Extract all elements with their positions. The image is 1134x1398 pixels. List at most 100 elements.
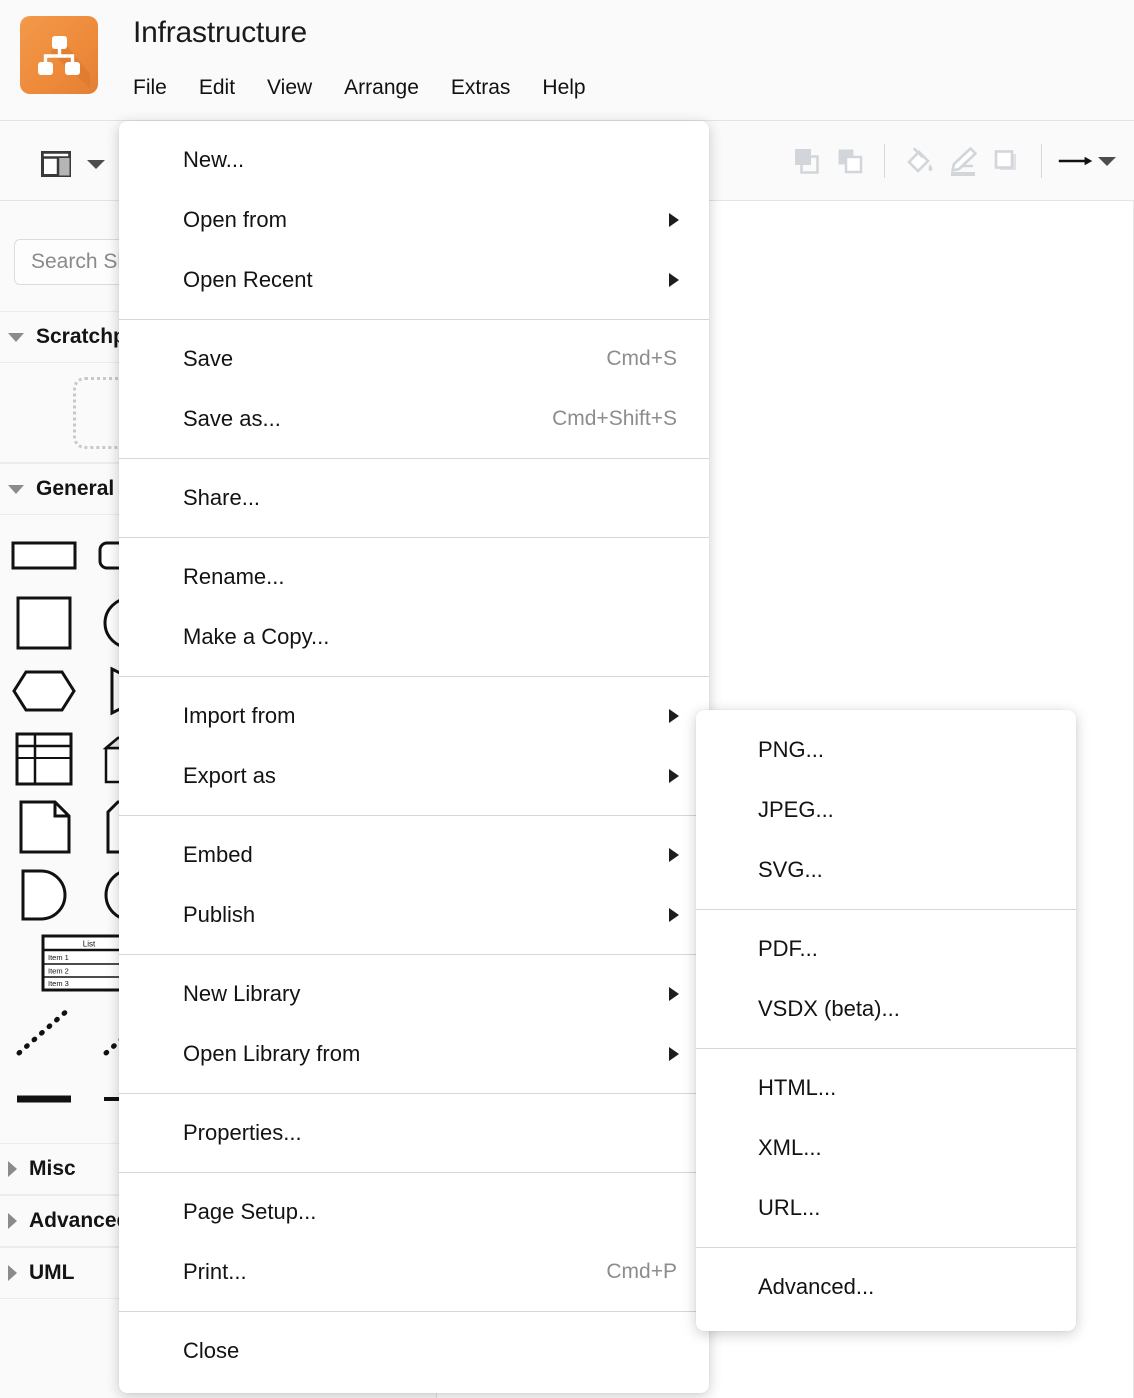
menu-item-save-as[interactable]: Save as... Cmd+Shift+S (119, 389, 709, 449)
export-as-submenu: PNG... JPEG... SVG... PDF... VSDX (beta)… (696, 710, 1076, 1331)
menu-item-label: URL... (758, 1195, 820, 1221)
chevron-down-icon (8, 485, 24, 494)
menu-help[interactable]: Help (542, 76, 599, 100)
menu-item-label: SVG... (758, 857, 823, 883)
connector-style-button[interactable] (1054, 140, 1098, 182)
menu-item-label: Page Setup... (183, 1199, 316, 1225)
menu-item-label: Properties... (183, 1120, 302, 1146)
app-header: Infrastructure File Edit View Arrange Ex… (0, 0, 1134, 121)
view-layout-dropdown-chevron-down-icon[interactable] (87, 160, 105, 169)
chevron-down-icon (8, 333, 24, 342)
menu-item-label: VSDX (beta)... (758, 996, 900, 1022)
menu-item-label: Open Recent (183, 267, 313, 293)
submenu-item-jpeg[interactable]: JPEG... (696, 780, 1076, 840)
to-back-button[interactable] (784, 140, 828, 182)
submenu-item-png[interactable]: PNG... (696, 720, 1076, 780)
menu-item-shortcut: Cmd+P (606, 1260, 685, 1284)
menu-separator (119, 1093, 709, 1094)
submenu-item-vsdx[interactable]: VSDX (beta)... (696, 979, 1076, 1039)
toolbar-right-group (784, 140, 1116, 182)
to-front-button[interactable] (828, 140, 872, 182)
submenu-item-xml[interactable]: XML... (696, 1118, 1076, 1178)
submenu-separator (696, 1247, 1076, 1248)
submenu-item-advanced[interactable]: Advanced... (696, 1257, 1076, 1317)
menu-item-export-as[interactable]: Export as (119, 746, 709, 806)
svg-text:Item 1: Item 1 (48, 953, 69, 962)
menu-item-label: Embed (183, 842, 253, 868)
svg-text:List: List (83, 940, 96, 949)
menu-item-print[interactable]: Print... Cmd+P (119, 1242, 709, 1302)
menu-item-label: Share... (183, 485, 260, 511)
menu-item-label: Import from (183, 703, 295, 729)
to-back-icon (789, 144, 823, 178)
submenu-item-svg[interactable]: SVG... (696, 840, 1076, 900)
layout-panels-icon (39, 147, 73, 181)
submenu-arrow-icon (669, 987, 679, 1001)
menu-item-label: Print... (183, 1259, 247, 1285)
menu-item-label: Make a Copy... (183, 624, 329, 650)
menu-item-label: Open from (183, 207, 287, 233)
menu-extras[interactable]: Extras (451, 76, 525, 100)
menu-arrange[interactable]: Arrange (344, 76, 433, 100)
fill-color-button[interactable] (897, 140, 941, 182)
shadow-button[interactable] (985, 140, 1029, 182)
toolbar-separator-1 (884, 144, 885, 178)
submenu-item-url[interactable]: URL... (696, 1178, 1076, 1238)
svg-text:Item 3: Item 3 (48, 979, 69, 988)
sidebar-section-label: Advanced (29, 1209, 129, 1233)
chevron-right-icon (8, 1213, 17, 1229)
toolbar-left-group (34, 143, 105, 185)
drawio-app-window: Infrastructure File Edit View Arrange Ex… (0, 0, 1134, 1398)
menu-item-shortcut: Cmd+S (606, 347, 685, 371)
menu-item-shortcut: Cmd+Shift+S (552, 407, 685, 431)
menu-file[interactable]: File (133, 76, 181, 100)
menu-separator (119, 319, 709, 320)
menu-item-label: Advanced... (758, 1274, 874, 1300)
menu-item-page-setup[interactable]: Page Setup... (119, 1182, 709, 1242)
menu-view[interactable]: View (267, 76, 326, 100)
menu-item-label: HTML... (758, 1075, 836, 1101)
menu-item-share[interactable]: Share... (119, 468, 709, 528)
shape-rectangle[interactable] (0, 521, 87, 589)
shape-hexagon[interactable] (0, 657, 87, 725)
menu-item-open-library-from[interactable]: Open Library from (119, 1024, 709, 1084)
menu-item-new[interactable]: New... (119, 130, 709, 190)
menu-item-label: Rename... (183, 564, 285, 590)
menu-item-label: New Library (183, 981, 300, 1007)
view-layout-button[interactable] (34, 143, 78, 185)
menu-separator (119, 954, 709, 955)
menu-item-label: Export as (183, 763, 276, 789)
menu-item-label: Save as... (183, 406, 281, 432)
line-color-button[interactable] (941, 140, 985, 182)
shape-solid-line[interactable] (0, 1065, 87, 1133)
menu-item-embed[interactable]: Embed (119, 825, 709, 885)
shape-page[interactable] (0, 793, 87, 861)
menu-item-publish[interactable]: Publish (119, 885, 709, 945)
submenu-item-pdf[interactable]: PDF... (696, 919, 1076, 979)
to-front-icon (833, 144, 867, 178)
shape-half-circle[interactable] (0, 861, 87, 929)
menu-item-label: Save (183, 346, 233, 372)
submenu-arrow-icon (669, 1047, 679, 1061)
menu-item-open-recent[interactable]: Open Recent (119, 250, 709, 310)
menu-item-label: Close (183, 1338, 239, 1364)
menu-bar: File Edit View Arrange Extras Help (133, 76, 600, 100)
shape-table[interactable] (0, 725, 87, 793)
connector-style-dropdown-chevron-down-icon[interactable] (1098, 157, 1116, 166)
menu-item-open-from[interactable]: Open from (119, 190, 709, 250)
submenu-item-html[interactable]: HTML... (696, 1058, 1076, 1118)
chevron-right-icon (8, 1265, 17, 1281)
menu-item-close[interactable]: Close (119, 1321, 709, 1381)
submenu-arrow-icon (669, 709, 679, 723)
menu-item-new-library[interactable]: New Library (119, 964, 709, 1024)
menu-item-import-from[interactable]: Import from (119, 686, 709, 746)
shape-dotted-line[interactable] (0, 997, 87, 1065)
shape-square[interactable] (0, 589, 87, 657)
menu-item-save[interactable]: Save Cmd+S (119, 329, 709, 389)
menu-item-label: New... (183, 147, 244, 173)
menu-edit[interactable]: Edit (199, 76, 249, 100)
menu-item-rename[interactable]: Rename... (119, 547, 709, 607)
menu-item-properties[interactable]: Properties... (119, 1103, 709, 1163)
menu-item-label: PDF... (758, 936, 818, 962)
menu-item-make-a-copy[interactable]: Make a Copy... (119, 607, 709, 667)
